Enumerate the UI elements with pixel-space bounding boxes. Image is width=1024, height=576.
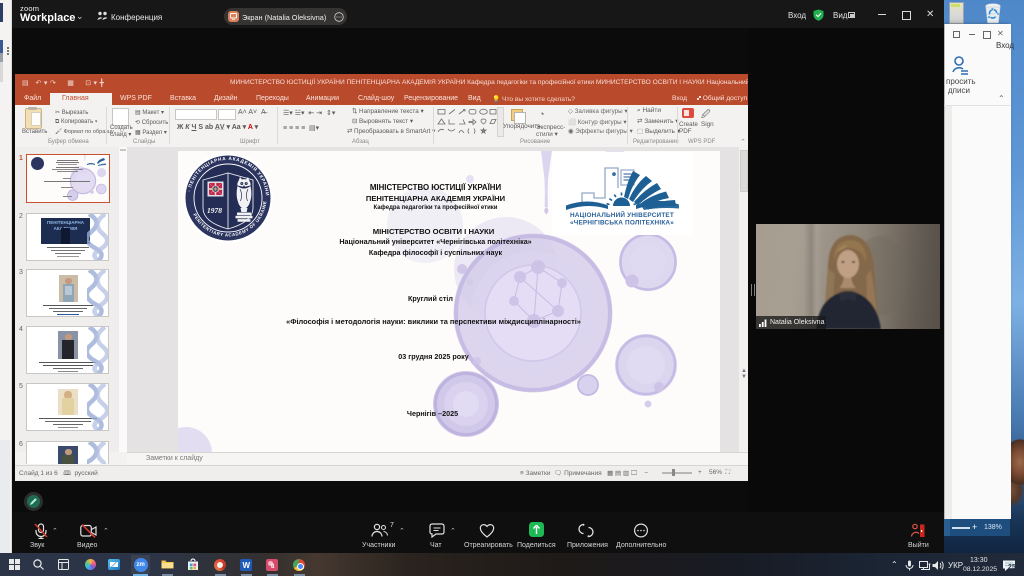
- svg-text:НАЦІОНАЛЬНИЙ УНІВЕРСИТЕТ: НАЦІОНАЛЬНИЙ УНІВЕРСИТЕТ: [570, 210, 674, 219]
- svg-text:«ЧЕРНІГІВСЬКА ПОЛІТЕХНІКА»: «ЧЕРНІГІВСЬКА ПОЛІТЕХНІКА»: [570, 220, 674, 227]
